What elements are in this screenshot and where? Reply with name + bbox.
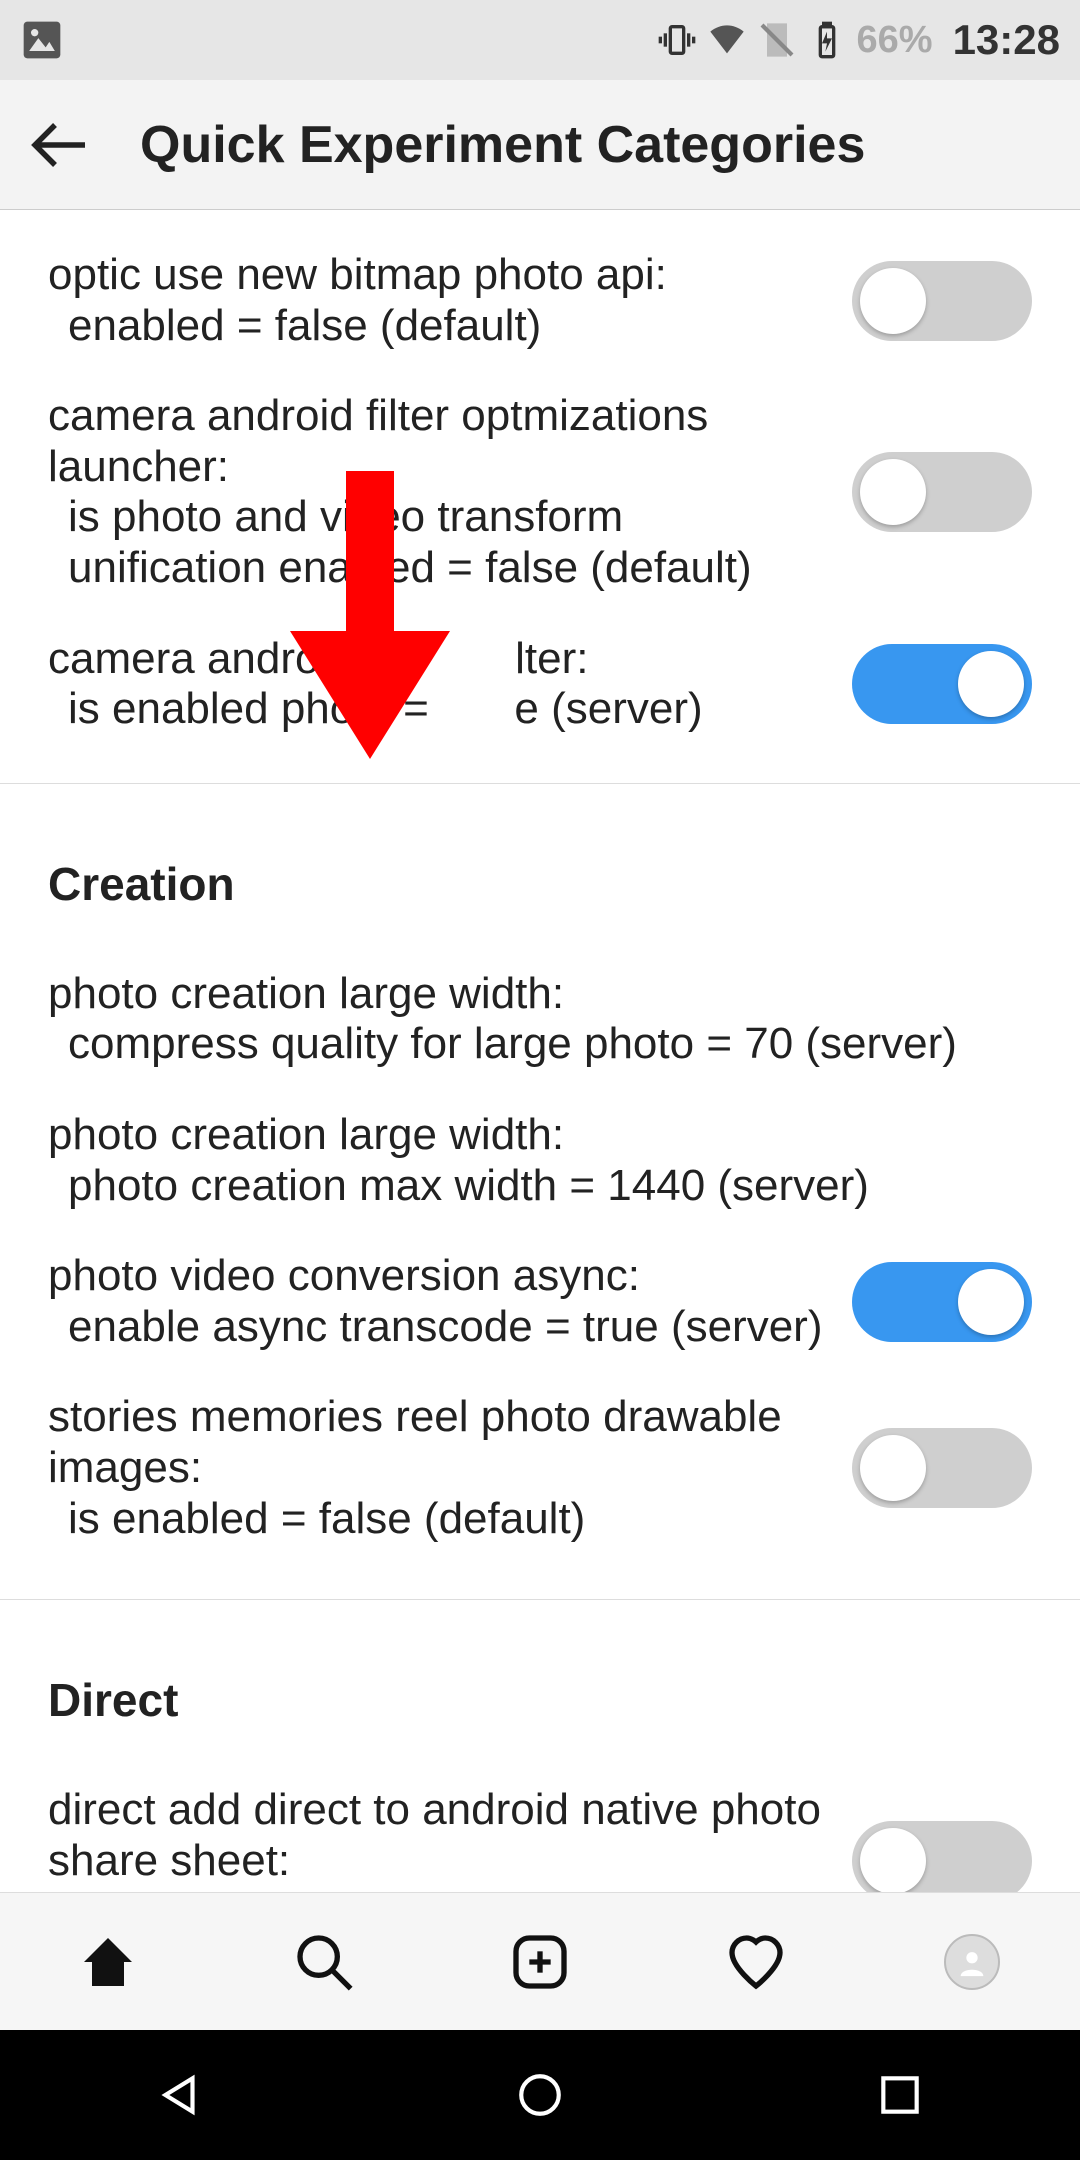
sys-recent[interactable] — [870, 2065, 930, 2125]
list-item[interactable]: optic use new bitmap photo api: enabled … — [0, 230, 1080, 371]
list-item-title: stories memories reel photo drawable ima… — [48, 1392, 782, 1492]
vibrate-icon — [657, 20, 697, 60]
list-item-text: optic use new bitmap photo api: enabled … — [48, 250, 828, 351]
group-header: Direct — [0, 1625, 1080, 1765]
nav-home[interactable] — [73, 1927, 143, 1997]
list-item-text: camera android par lter: is enabled phot… — [48, 634, 828, 735]
list-item-title: photo creation large width: — [48, 1110, 564, 1159]
list-item-sub: is enabled photo = e (server) — [48, 684, 828, 735]
page-title: Quick Experiment Categories — [140, 115, 865, 175]
status-bar-left — [20, 18, 64, 62]
toggle-switch[interactable] — [852, 1821, 1032, 1892]
sys-back[interactable] — [150, 2065, 210, 2125]
sys-home[interactable] — [510, 2065, 570, 2125]
list-item-text: stories memories reel photo drawable ima… — [48, 1392, 828, 1544]
list-item[interactable]: photo creation large width: photo creati… — [0, 1090, 1080, 1231]
list-item[interactable]: stories memories reel photo drawable ima… — [0, 1372, 1080, 1564]
search-icon — [292, 1930, 356, 1994]
battery-charging-icon — [807, 20, 847, 60]
picture-icon — [20, 18, 64, 62]
list-item[interactable]: camera android par lter: is enabled phot… — [0, 614, 1080, 755]
list-item-sub: enabled = false (default) — [48, 301, 828, 352]
toggle-switch[interactable] — [852, 452, 1032, 532]
status-bar-right: 66% 13:28 — [657, 16, 1060, 64]
list-item-sub: enable async transcode = true (server) — [48, 1302, 828, 1353]
nav-add[interactable] — [505, 1927, 575, 1997]
settings-group-partial: optic use new bitmap photo api: enabled … — [0, 210, 1080, 784]
status-bar: 66% 13:28 — [0, 0, 1080, 80]
list-item-text: direct add direct to android native phot… — [48, 1785, 828, 1892]
list-item[interactable]: direct add direct to android native phot… — [0, 1765, 1080, 1892]
list-item[interactable]: photo creation large width: compress qua… — [0, 949, 1080, 1090]
list-item-text: photo creation large width: compress qua… — [48, 969, 1032, 1070]
circle-home-icon — [515, 2070, 565, 2120]
list-item-text: photo creation large width: photo creati… — [48, 1110, 1032, 1211]
toggle-switch[interactable] — [852, 1428, 1032, 1508]
list-item-title: photo creation large width: — [48, 969, 564, 1018]
list-item-title: camera android par lter: — [48, 634, 588, 683]
toggle-switch[interactable] — [852, 644, 1032, 724]
wifi-icon — [707, 20, 747, 60]
content-scroll[interactable]: optic use new bitmap photo api: enabled … — [0, 210, 1080, 1892]
list-item-sub: photo creation max width = 1440 (server) — [48, 1161, 1032, 1212]
system-nav — [0, 2030, 1080, 2160]
add-post-icon — [508, 1930, 572, 1994]
nav-profile[interactable] — [937, 1927, 1007, 1997]
arrow-left-icon — [30, 115, 90, 175]
avatar-icon — [944, 1934, 1000, 1990]
triangle-back-icon — [155, 2070, 205, 2120]
list-item-sub: is enabled = false (default) — [48, 1494, 828, 1545]
list-item-title: optic use new bitmap photo api: — [48, 250, 667, 299]
settings-group-creation: Creation photo creation large width: com… — [0, 784, 1080, 1600]
toggle-switch[interactable] — [852, 1262, 1032, 1342]
list-item-sub: is photo and video transform unification… — [48, 492, 828, 593]
bottom-nav — [0, 1892, 1080, 2030]
settings-group-direct: Direct direct add direct to android nati… — [0, 1600, 1080, 1892]
list-item[interactable]: camera android filter optmizations launc… — [0, 371, 1080, 613]
heart-icon — [724, 1930, 788, 1994]
square-recent-icon — [875, 2070, 925, 2120]
list-item-title: photo video conversion async: — [48, 1251, 640, 1300]
list-item-sub: is enabled = false (default) — [48, 1886, 828, 1892]
toggle-switch[interactable] — [852, 261, 1032, 341]
home-icon — [76, 1930, 140, 1994]
list-item-text: photo video conversion async: enable asy… — [48, 1251, 828, 1352]
app-header: Quick Experiment Categories — [0, 80, 1080, 210]
list-item[interactable]: photo video conversion async: enable asy… — [0, 1231, 1080, 1372]
list-item-sub: compress quality for large photo = 70 (s… — [48, 1019, 1032, 1070]
list-item-title: direct add direct to android native phot… — [48, 1785, 821, 1885]
no-sim-icon — [757, 20, 797, 60]
group-header: Creation — [0, 809, 1080, 949]
list-item-title: camera android filter optmizations launc… — [48, 391, 708, 491]
back-button[interactable] — [30, 115, 90, 175]
list-item-text: camera android filter optmizations launc… — [48, 391, 828, 593]
nav-activity[interactable] — [721, 1927, 791, 1997]
clock: 13:28 — [953, 16, 1060, 64]
nav-search[interactable] — [289, 1927, 359, 1997]
battery-percent: 66% — [857, 19, 933, 62]
